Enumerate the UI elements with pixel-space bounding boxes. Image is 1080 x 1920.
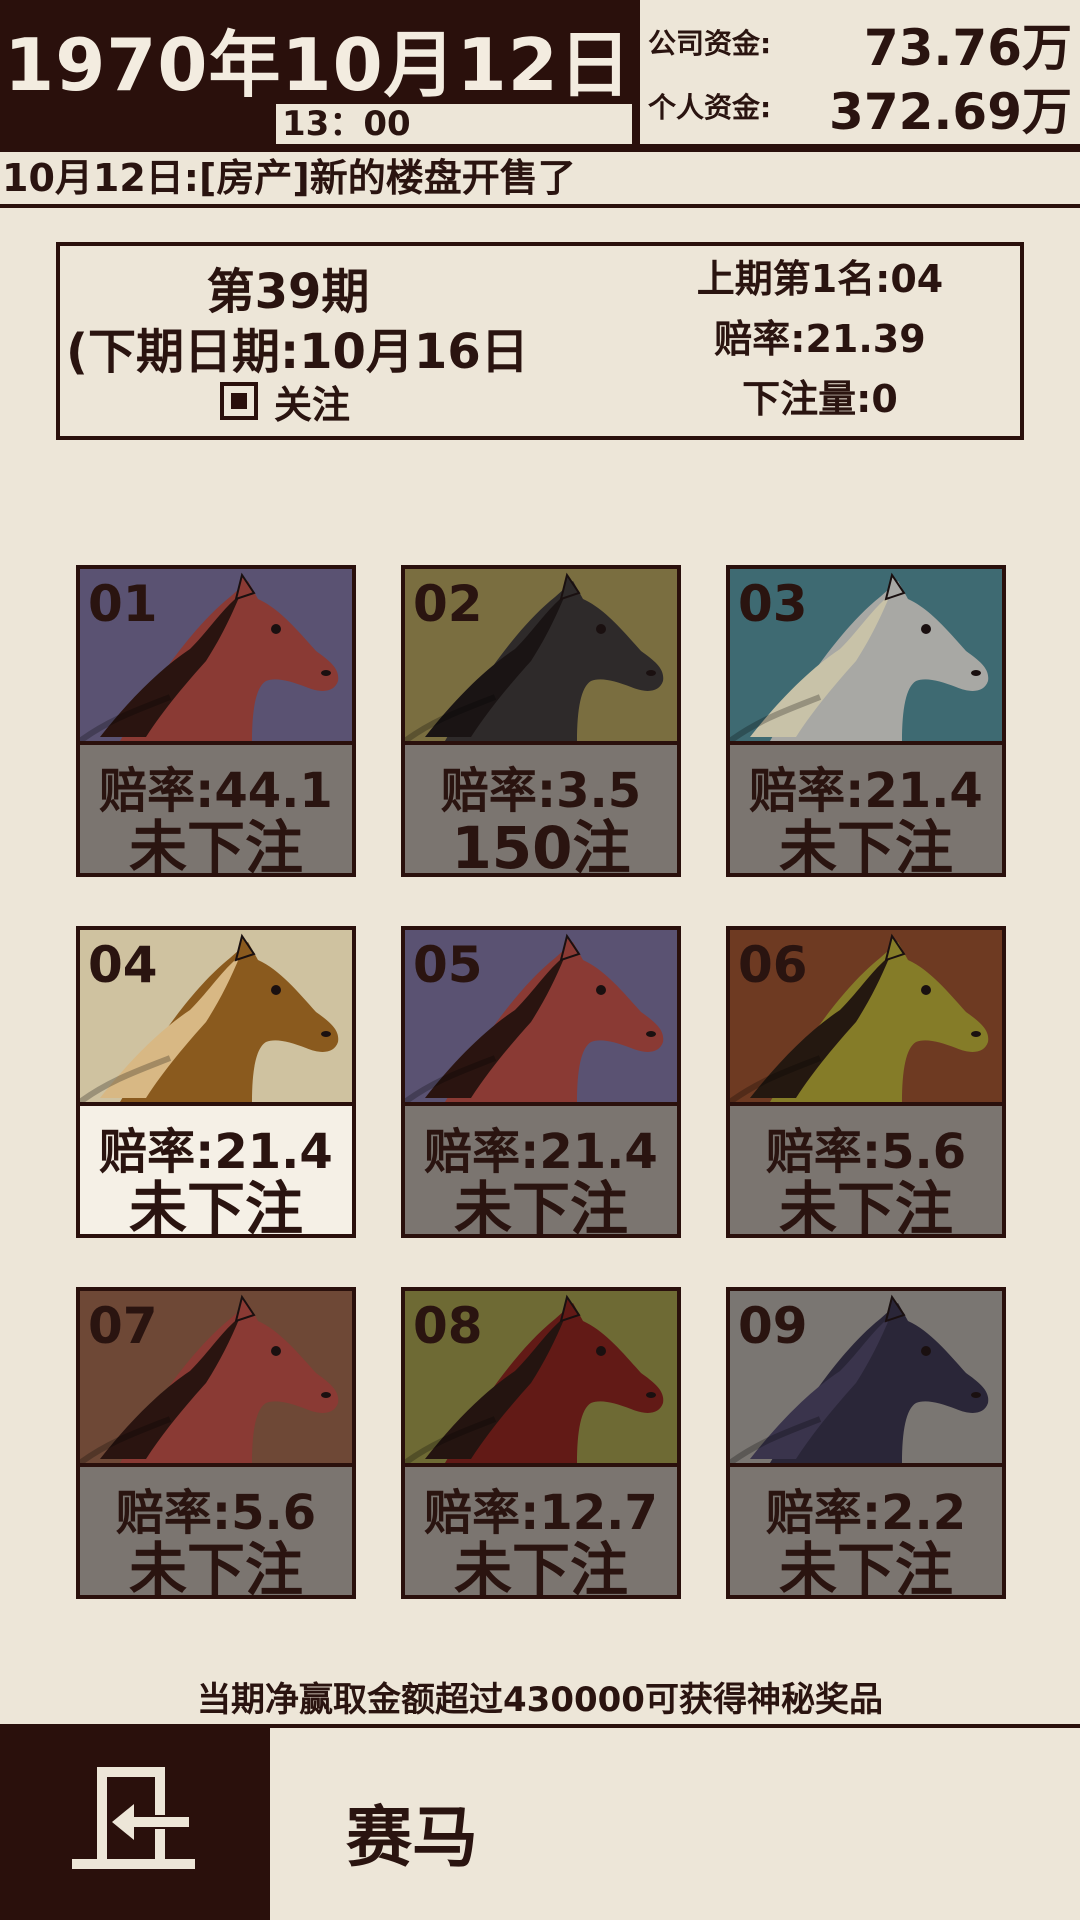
horse-number: 09 (738, 1297, 808, 1355)
horse-number: 05 (413, 936, 483, 994)
horse-bet-panel: 赔率:5.6 未下注 (80, 1463, 352, 1595)
horse-bet-status: 未下注 (128, 1175, 303, 1238)
horse-card-01[interactable]: 01 赔率:44.1 未下注 (76, 565, 356, 877)
current-time: 13：00 (282, 104, 411, 144)
personal-funds-label: 个人资金: (648, 91, 772, 124)
horse-card-05[interactable]: 05 赔率:21.4 未下注 (401, 926, 681, 1238)
time-panel: 13：00 (276, 104, 632, 144)
horse-number: 08 (413, 1297, 483, 1355)
bonus-hint: 当期净赢取金额超过430000可获得神秘奖品 (197, 1680, 883, 1720)
bet-amount: 下注量:0 (742, 377, 898, 421)
horse-card-02[interactable]: 02 赔率:3.5 150注 (401, 565, 681, 877)
follow-toggle[interactable]: 关注 (220, 376, 351, 427)
horse-card-06[interactable]: 06 赔率:5.6 未下注 (726, 926, 1006, 1238)
date-panel: 1970年10月12日 13：00 (0, 0, 636, 148)
funds-panel: 公司资金: 73.76万 个人资金: 372.69万 (636, 0, 1080, 148)
page-title: 赛马 (346, 1799, 478, 1876)
company-funds-value: 73.76万 (863, 19, 1072, 77)
horse-portrait: 05 (405, 930, 677, 1102)
horse-portrait: 03 (730, 569, 1002, 741)
horse-bet-status: 未下注 (453, 1175, 628, 1238)
horse-card-03[interactable]: 03 赔率:21.4 未下注 (726, 565, 1006, 877)
horse-bet-panel: 赔率:21.4 未下注 (80, 1102, 352, 1234)
company-funds-row: 公司资金: 73.76万 (648, 8, 1072, 77)
last-winner: 上期第1名:04 (696, 257, 944, 301)
horse-card-07[interactable]: 07 赔率:5.6 未下注 (76, 1287, 356, 1599)
company-funds-label: 公司资金: (648, 27, 772, 60)
horse-bet-panel: 赔率:2.2 未下注 (730, 1463, 1002, 1595)
top-bar: 1970年10月12日 13：00 公司资金: 73.76万 个人资金: 372… (0, 0, 1080, 148)
horse-bet-status: 未下注 (453, 1536, 628, 1599)
current-date: 1970年10月12日 (4, 23, 632, 107)
news-ticker[interactable]: 10月12日:[房产]新的楼盘开售了 (0, 148, 1080, 208)
horse-portrait: 02 (405, 569, 677, 741)
horse-card-04[interactable]: 04 赔率:21.4 未下注 (76, 926, 356, 1238)
horse-number: 06 (738, 936, 808, 994)
next-race-date: (下期日期:10月16日 (66, 324, 529, 380)
horse-portrait: 08 (405, 1291, 677, 1463)
horse-bet-panel: 赔率:5.6 未下注 (730, 1102, 1002, 1234)
horse-bet-status: 未下注 (778, 1536, 953, 1599)
personal-funds-row: 个人资金: 372.69万 (648, 72, 1072, 141)
horse-number: 02 (413, 575, 483, 633)
horse-number: 03 (738, 575, 808, 633)
exit-button[interactable] (0, 1728, 270, 1920)
exit-icon (72, 1767, 195, 1869)
horse-bet-status: 未下注 (778, 1175, 953, 1238)
horse-portrait: 04 (80, 930, 352, 1102)
race-info-panel: 第39期 (下期日期:10月16日 关注 上期第1名:04 赔率:21.39 下… (56, 242, 1024, 440)
horse-bet-panel: 赔率:3.5 150注 (405, 741, 677, 873)
bottom-bar: 赛马 (0, 1724, 1080, 1920)
horse-bet-status: 未下注 (128, 1536, 303, 1599)
horse-bet-status: 未下注 (778, 814, 953, 877)
horse-bet-status: 未下注 (128, 814, 303, 877)
race-odds: 赔率:21.39 (714, 317, 926, 361)
horse-bet-panel: 赔率:44.1 未下注 (80, 741, 352, 873)
horse-portrait: 01 (80, 569, 352, 741)
horse-number: 01 (88, 575, 158, 633)
horse-card-09[interactable]: 09 赔率:2.2 未下注 (726, 1287, 1006, 1599)
horse-portrait: 06 (730, 930, 1002, 1102)
horse-bet-panel: 赔率:12.7 未下注 (405, 1463, 677, 1595)
horse-bet-panel: 赔率:21.4 未下注 (405, 1102, 677, 1234)
horse-portrait: 07 (80, 1291, 352, 1463)
horse-number: 04 (88, 936, 158, 994)
horse-card-08[interactable]: 08 赔率:12.7 未下注 (401, 1287, 681, 1599)
horse-bet-status: 150注 (451, 814, 631, 877)
horse-portrait: 09 (730, 1291, 1002, 1463)
personal-funds-value: 372.69万 (829, 83, 1072, 141)
follow-checkbox[interactable] (220, 382, 258, 420)
horse-bet-panel: 赔率:21.4 未下注 (730, 741, 1002, 873)
horse-number: 07 (88, 1297, 158, 1355)
follow-label: 关注 (274, 382, 351, 427)
